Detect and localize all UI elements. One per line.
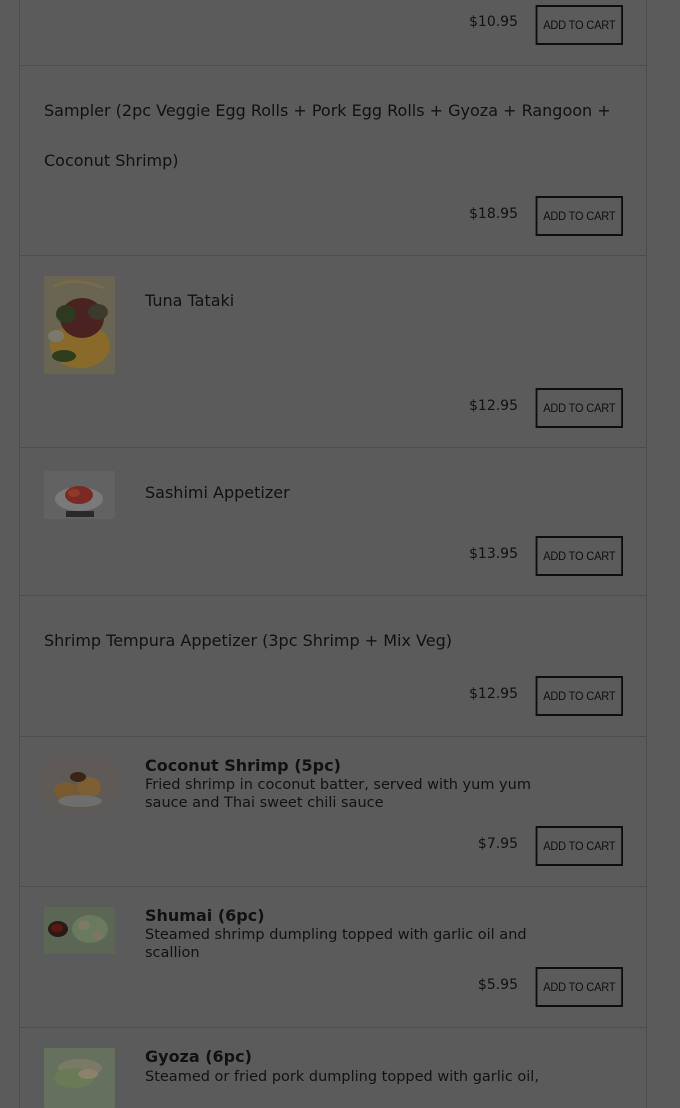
item-price: $13.95 — [469, 546, 518, 562]
item-photo — [44, 907, 115, 954]
item-price: $12.95 — [469, 398, 518, 414]
menu-item: Shumai (6pc) Steamed shrimp dumpling top… — [20, 887, 646, 1028]
item-name: Tuna Tataki — [145, 291, 235, 310]
menu-item: Gyoza (6pc) Steamed or fried pork dumpli… — [20, 1028, 646, 1108]
add-to-cart-button[interactable]: ADD TO CART — [535, 967, 623, 1007]
item-name: Shumai (6pc) — [145, 906, 265, 925]
menu-item: $10.95 ADD TO CART — [20, 0, 646, 66]
menu-item: Sampler (2pc Veggie Egg Rolls + Pork Egg… — [20, 66, 646, 256]
item-name: Sampler (2pc Veggie Egg Rolls + Pork Egg… — [44, 101, 611, 170]
item-price: $5.95 — [477, 977, 518, 993]
item-price: $10.95 — [469, 14, 518, 30]
item-photo — [44, 471, 115, 519]
menu-item: Tuna Tataki $12.95 ADD TO CART — [20, 256, 646, 448]
item-photo — [44, 757, 115, 812]
add-to-cart-button[interactable]: ADD TO CART — [535, 826, 623, 866]
item-price: $7.95 — [477, 836, 518, 852]
item-photo — [44, 276, 115, 374]
item-price: $12.95 — [469, 686, 518, 702]
menu-list: $10.95 ADD TO CART Sampler (2pc Veggie E… — [19, 0, 647, 1108]
add-to-cart-button[interactable]: ADD TO CART — [535, 388, 623, 428]
item-name: Coconut Shrimp (5pc) — [145, 756, 341, 775]
add-to-cart-button[interactable]: ADD TO CART — [535, 536, 623, 576]
menu-item: Sashimi Appetizer $13.95 ADD TO CART — [20, 448, 646, 596]
item-name: Gyoza (6pc) — [145, 1047, 252, 1066]
add-to-cart-button[interactable]: ADD TO CART — [535, 676, 623, 716]
item-price: $18.95 — [469, 206, 518, 222]
menu-item: Shrimp Tempura Appetizer (3pc Shrimp + M… — [20, 596, 646, 737]
add-to-cart-button[interactable]: ADD TO CART — [535, 196, 623, 236]
item-photo — [44, 1048, 115, 1108]
menu-item: Coconut Shrimp (5pc) Fried shrimp in coc… — [20, 737, 646, 887]
item-name: Sashimi Appetizer — [145, 483, 290, 502]
item-name: Shrimp Tempura Appetizer (3pc Shrimp + M… — [44, 631, 452, 650]
add-to-cart-button[interactable]: ADD TO CART — [535, 5, 623, 45]
item-description: Steamed shrimp dumpling topped with garl… — [145, 927, 527, 961]
item-description: Steamed or fried pork dumpling topped wi… — [145, 1069, 539, 1085]
item-description: Fried shrimp in coconut batter, served w… — [145, 777, 531, 811]
